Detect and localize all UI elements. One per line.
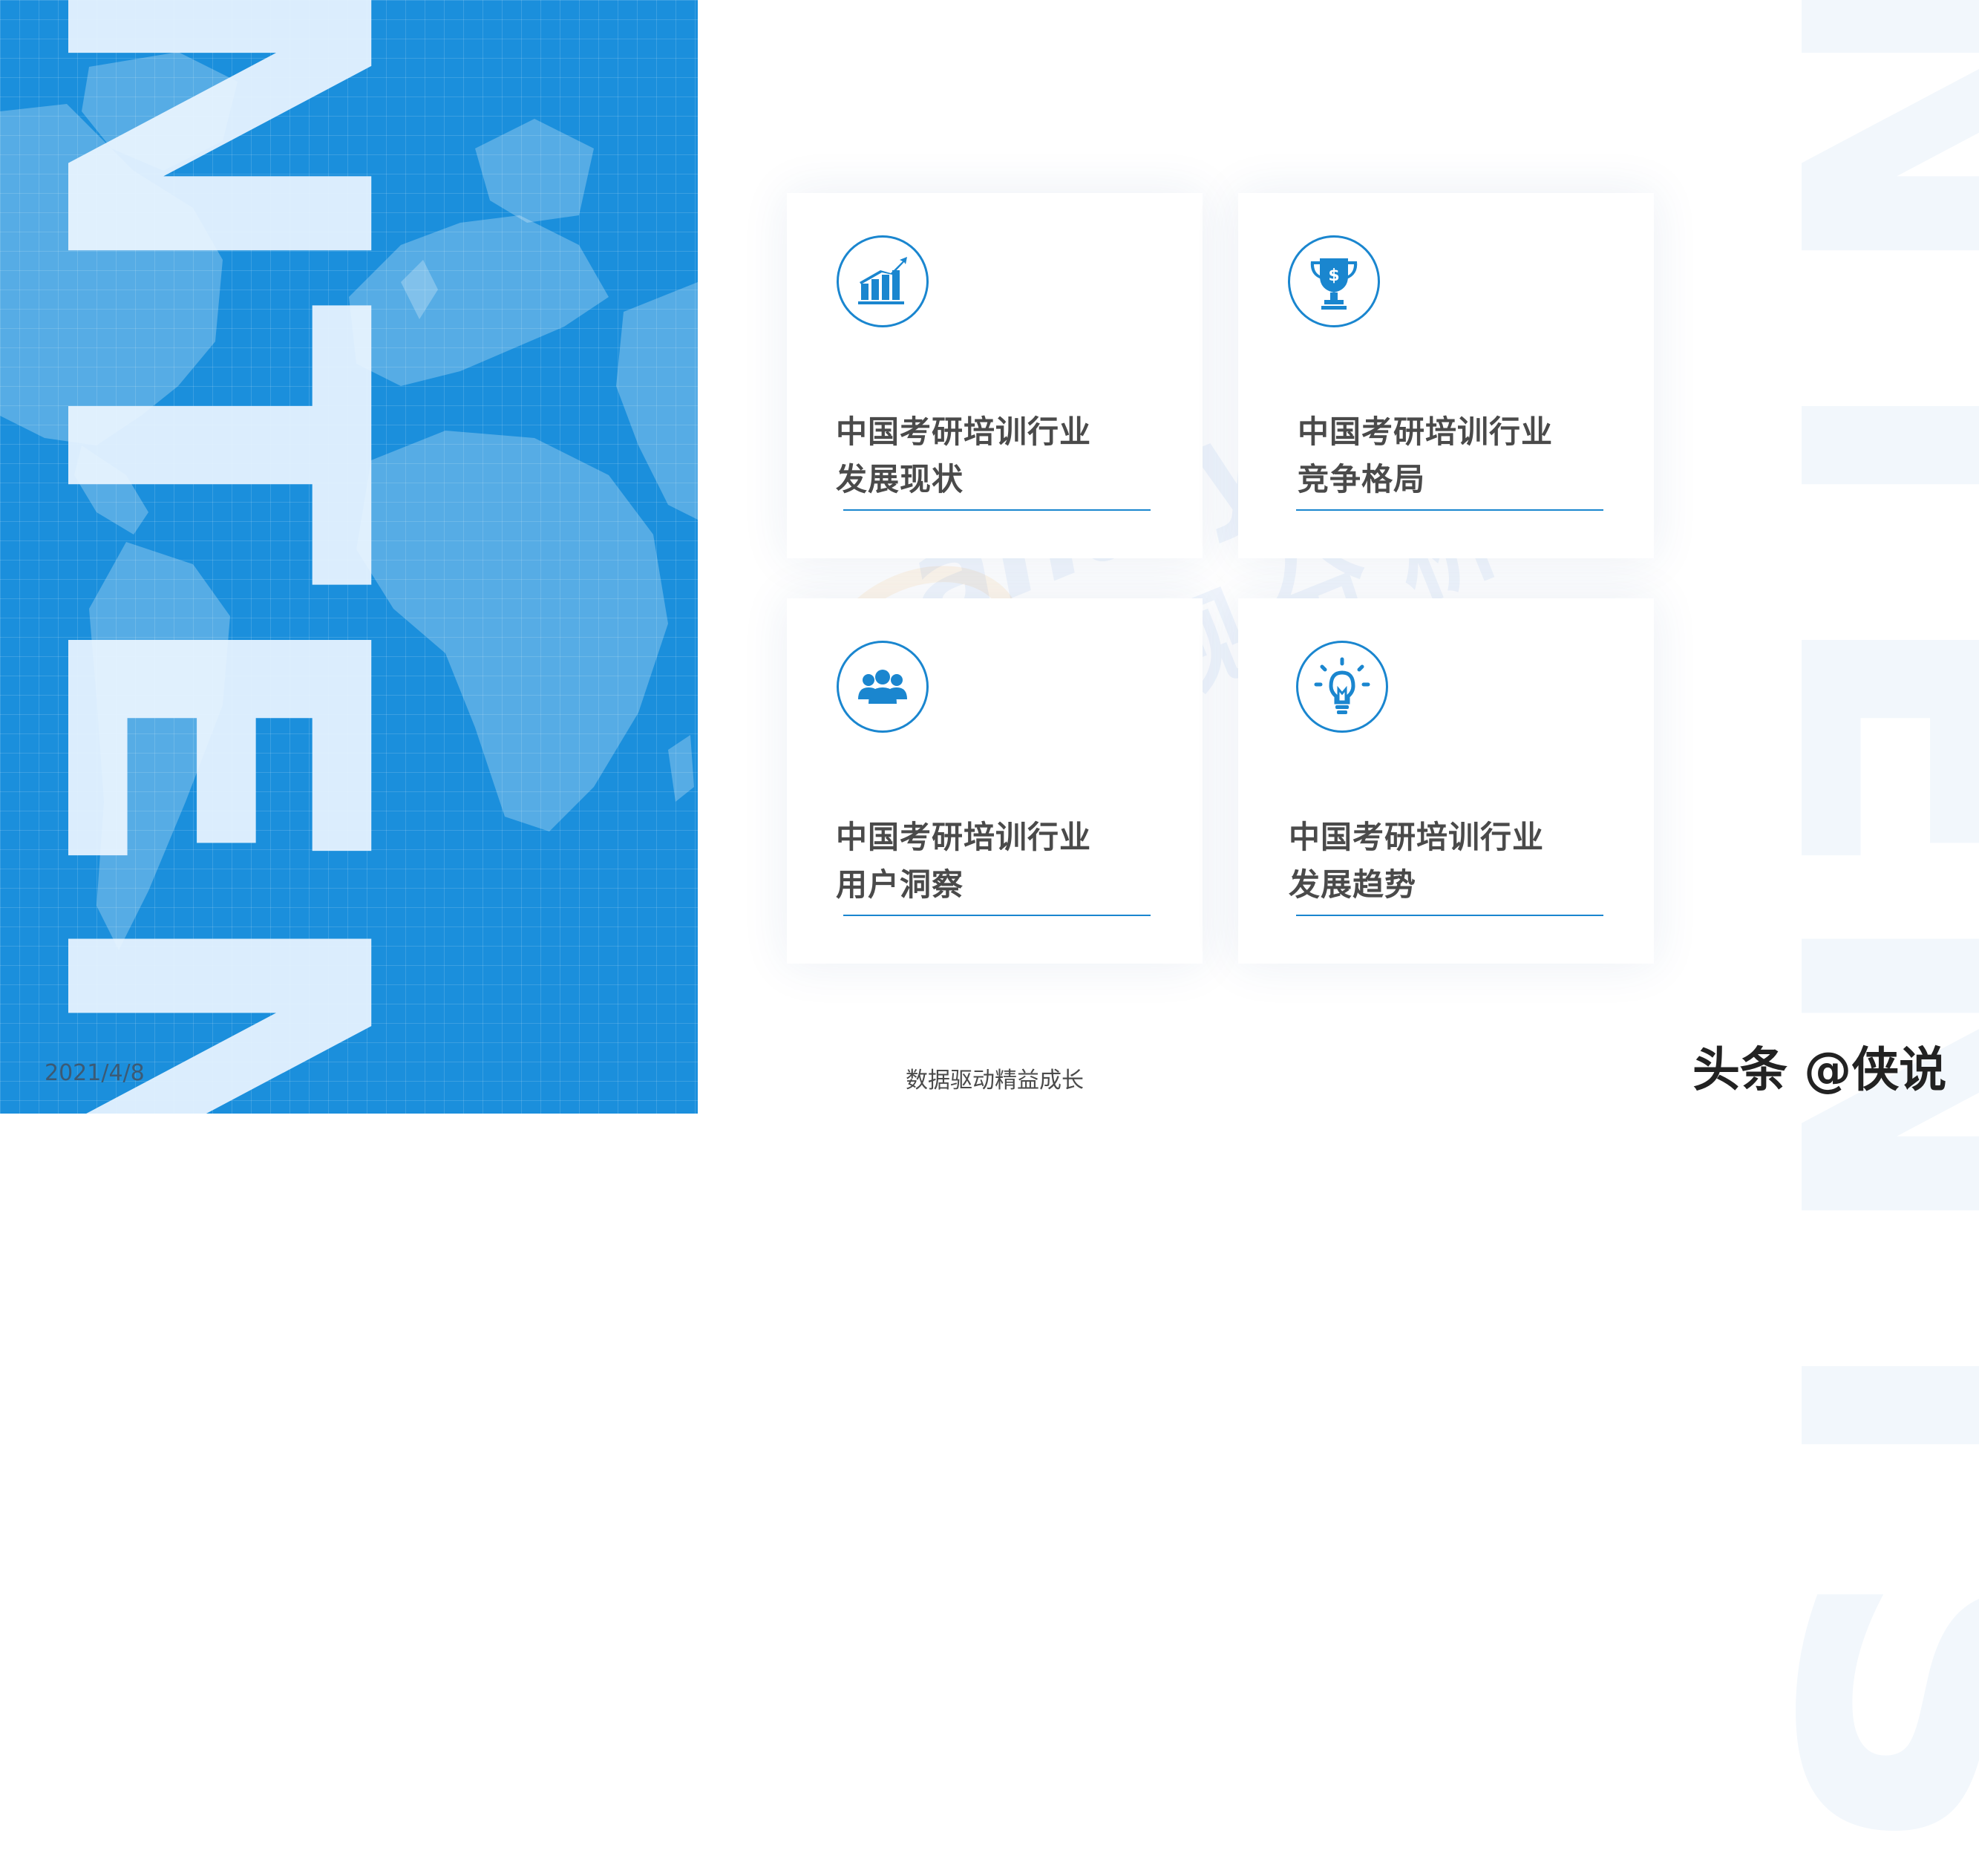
toc-card-user-insight[interactable]: 中国考研培训行业 用户洞察 — [787, 598, 1203, 964]
left-panel: CONTENTS 2021/4/8 — [0, 0, 698, 1114]
card-title: 中国考研培训行业 发展趋势 — [1289, 814, 1544, 909]
card-title-line1: 中国考研培训行业 — [1298, 414, 1554, 450]
toc-card-development-trend[interactable]: 中国考研培训行业 发展趋势 — [1238, 598, 1654, 964]
card-divider — [843, 915, 1151, 916]
card-title-line2: 竞争格局 — [1298, 461, 1426, 497]
contents-background-word: CONTENTS — [0, 0, 454, 1114]
card-title: 中国考研培训行业 用户洞察 — [836, 814, 1091, 909]
card-divider — [1296, 509, 1603, 511]
date-label: 2021/4/8 — [45, 1060, 145, 1086]
footer-slogan: 数据驱动精益成长 — [906, 1068, 1084, 1094]
card-divider — [1296, 915, 1603, 916]
trophy-dollar-icon: $ — [1288, 235, 1380, 327]
svg-text:$: $ — [1328, 267, 1339, 285]
card-divider — [843, 509, 1151, 511]
card-title-line2: 发展趋势 — [1289, 866, 1417, 903]
card-title: 中国考研培训行业 竞争格局 — [1298, 408, 1553, 503]
bar-chart-growth-icon — [837, 235, 929, 327]
card-title-line2: 用户洞察 — [836, 866, 964, 903]
lightbulb-icon — [1296, 641, 1388, 733]
users-group-icon — [837, 641, 929, 733]
toc-card-competition[interactable]: $ 中国考研培训行业 竞争格局 — [1238, 193, 1654, 558]
toc-card-development-status[interactable]: 中国考研培训行业 发展现状 — [787, 193, 1203, 558]
card-title-line2: 发展现状 — [836, 461, 964, 497]
footer-brand-watermark: 头条 @侠说 — [1692, 1043, 1947, 1098]
card-title: 中国考研培训行业 发展现状 — [836, 408, 1091, 503]
card-title-line1: 中国考研培训行业 — [1289, 819, 1545, 855]
card-title-line1: 中国考研培训行业 — [836, 819, 1092, 855]
card-title-line1: 中国考研培训行业 — [836, 414, 1092, 450]
contents-background-word-right: CONTENTS — [1703, 0, 1979, 1876]
